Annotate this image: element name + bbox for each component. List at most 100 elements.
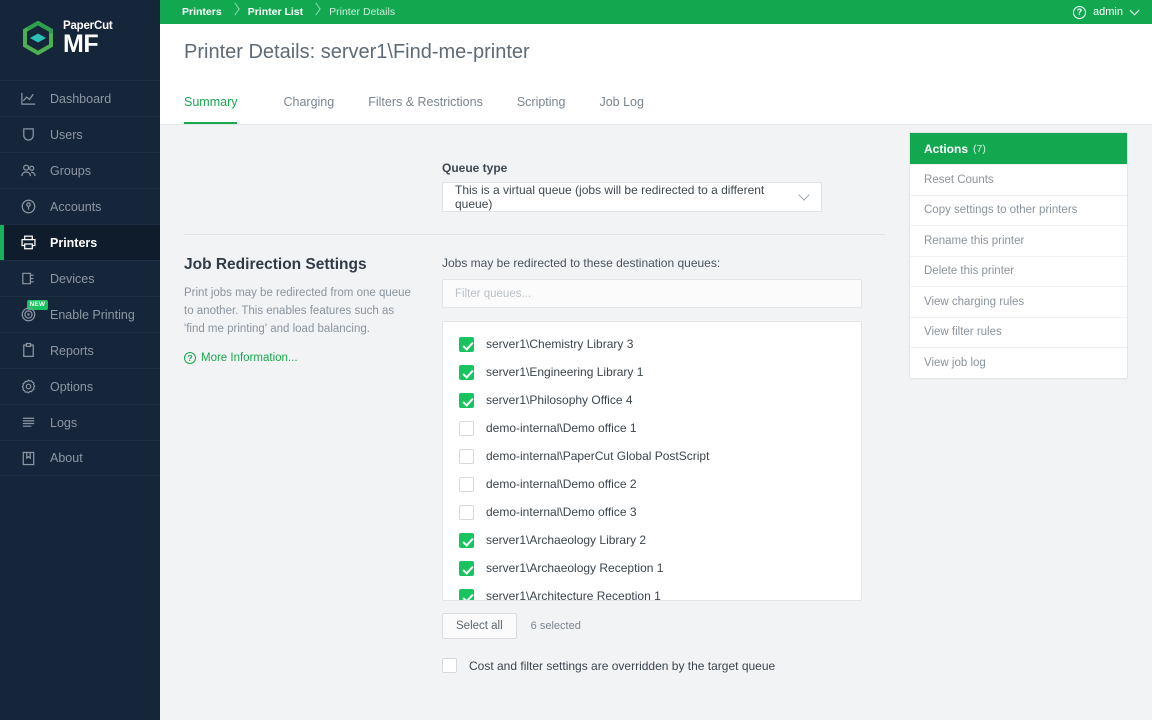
override-checkbox[interactable] [442, 658, 457, 673]
sidebar-item-label: Printers [50, 235, 98, 250]
breadcrumb-item-printer-details: Printer Details [329, 6, 396, 18]
queue-filter-input[interactable] [442, 279, 862, 308]
override-row[interactable]: Cost and filter settings are overridden … [442, 658, 885, 673]
sidebar-item-label: Enable Printing [50, 307, 135, 322]
user-menu-label[interactable]: admin [1093, 6, 1123, 18]
tab-label: Charging [283, 95, 335, 109]
top-bar-right: ? admin [1073, 5, 1140, 19]
queue-name: demo-internal\Demo office 1 [486, 421, 637, 435]
action-rename-printer[interactable]: Rename this printer [910, 225, 1127, 256]
actions-panel: Actions (7) Reset Counts Copy settings t… [909, 132, 1128, 379]
sidebar-nav: Dashboard Users Groups Accounts Printers… [0, 80, 160, 476]
sidebar-item-reports[interactable]: Reports [0, 332, 160, 368]
queue-checkbox[interactable] [459, 476, 474, 492]
sidebar-item-enable-printing[interactable]: NEW Enable Printing [0, 296, 160, 332]
actions-header: Actions (7) [910, 133, 1127, 164]
book-icon [20, 450, 37, 467]
destination-queues-panel: Jobs may be redirected to these destinat… [442, 256, 909, 673]
sidebar-item-options[interactable]: Options [0, 368, 160, 404]
queue-checkbox[interactable] [459, 504, 474, 520]
list-item[interactable]: server1\Philosophy Office 4 [443, 386, 861, 414]
queue-checkbox[interactable] [459, 336, 474, 352]
tab-filters-restrictions[interactable]: Filters & Restrictions [355, 80, 496, 124]
more-information-link[interactable]: ? More Information... [184, 352, 414, 365]
action-view-filter-rules[interactable]: View filter rules [910, 316, 1127, 348]
list-item[interactable]: demo-internal\Demo office 3 [443, 498, 861, 526]
actions-column: Actions (7) Reset Counts Copy settings t… [909, 125, 1152, 720]
sidebar-item-dashboard[interactable]: Dashboard [0, 80, 160, 116]
shield-icon [20, 126, 37, 143]
printer-icon [20, 234, 37, 251]
sidebar-item-groups[interactable]: Groups [0, 152, 160, 188]
action-view-charging-rules[interactable]: View charging rules [910, 286, 1127, 317]
clipboard-icon [20, 342, 37, 359]
breadcrumb-item-printers[interactable]: Printers [160, 0, 229, 24]
actions-count: (7) [973, 142, 986, 155]
queue-checkbox[interactable] [459, 392, 474, 408]
main-column: Queue type This is a virtual queue (jobs… [160, 125, 909, 720]
target-icon [20, 306, 37, 323]
app-root: PaperCut MF Dashboard Users Groups Accou… [0, 0, 1152, 720]
action-reset-counts[interactable]: Reset Counts [910, 164, 1127, 195]
page-header: Printer Details: server1\Find-me-printer [160, 24, 1152, 80]
sidebar-item-label: Groups [50, 163, 91, 178]
override-label: Cost and filter settings are overridden … [469, 658, 776, 673]
sidebar-item-label: Users [50, 127, 83, 142]
destination-queues-label: Jobs may be redirected to these destinat… [442, 256, 721, 270]
queue-type-row: Queue type This is a virtual queue (jobs… [160, 125, 909, 212]
tab-job-log[interactable]: Job Log [586, 80, 656, 124]
action-view-job-log[interactable]: View job log [910, 347, 1127, 378]
breadcrumb: Printers Printer List Printer Details [160, 0, 402, 24]
job-redirection-info: Job Redirection Settings Print jobs may … [160, 256, 442, 673]
sidebar-item-printers[interactable]: Printers [0, 224, 160, 260]
chevron-down-icon [798, 188, 810, 201]
list-item[interactable]: demo-internal\Demo office 1 [443, 414, 861, 442]
queue-type-select[interactable]: This is a virtual queue (jobs will be re… [442, 182, 822, 212]
tab-scripting[interactable]: Scripting [504, 80, 579, 124]
list-item[interactable]: server1\Chemistry Library 3 [443, 330, 861, 358]
tab-charging[interactable]: Charging [270, 80, 347, 124]
queue-list[interactable]: server1\Chemistry Library 3 server1\Engi… [442, 321, 862, 601]
list-item[interactable]: server1\Architecture Reception 1 [443, 582, 861, 600]
list-item[interactable]: server1\Archaeology Library 2 [443, 526, 861, 554]
tab-label: Scripting [516, 95, 566, 109]
queue-checkbox[interactable] [459, 532, 474, 548]
queue-name: server1\Archaeology Library 2 [486, 533, 647, 547]
list-item[interactable]: server1\Archaeology Reception 1 [443, 554, 861, 582]
queue-checkbox[interactable] [459, 588, 474, 600]
sidebar-item-devices[interactable]: Devices [0, 260, 160, 296]
chevron-down-icon[interactable] [1129, 5, 1140, 15]
job-redirection-section: Job Redirection Settings Print jobs may … [160, 235, 909, 673]
list-item[interactable]: demo-internal\Demo office 2 [443, 470, 861, 498]
gear-icon [20, 378, 37, 395]
sidebar-item-about[interactable]: About [0, 440, 160, 476]
actions-title: Actions [924, 141, 969, 156]
tab-summary[interactable]: Summary [184, 80, 250, 124]
list-item[interactable]: server1\Engineering Library 1 [443, 358, 861, 386]
sidebar-item-label: Options [50, 379, 94, 394]
queue-checkbox[interactable] [459, 420, 474, 436]
sidebar-item-logs[interactable]: Logs [0, 404, 160, 440]
tab-bar: Summary Charging Filters & Restrictions … [160, 80, 1152, 125]
queue-checkbox[interactable] [459, 364, 474, 380]
sidebar-item-accounts[interactable]: Accounts [0, 188, 160, 224]
queue-checkbox[interactable] [459, 448, 474, 464]
action-delete-printer[interactable]: Delete this printer [910, 255, 1127, 287]
action-copy-settings[interactable]: Copy settings to other printers [910, 194, 1127, 226]
sidebar: PaperCut MF Dashboard Users Groups Accou… [0, 0, 160, 720]
sidebar-item-users[interactable]: Users [0, 116, 160, 152]
queue-type-label: Queue type [442, 161, 508, 175]
people-icon [20, 162, 37, 179]
select-all-button[interactable]: Select all [442, 613, 517, 639]
sidebar-item-label: About [50, 451, 83, 465]
section-title: Job Redirection Settings [184, 256, 367, 273]
selection-row: Select all 6 selected [442, 613, 885, 639]
brand-logo[interactable]: PaperCut MF [0, 0, 160, 76]
help-circle-icon[interactable]: ? [1073, 5, 1087, 19]
queue-name: server1\Engineering Library 1 [486, 365, 644, 379]
list-item[interactable]: demo-internal\PaperCut Global PostScript [443, 442, 861, 470]
breadcrumb-item-printer-list[interactable]: Printer List [241, 0, 310, 24]
more-information-label: More Information... [201, 352, 298, 365]
content-area: Printers Printer List Printer Details ? … [160, 0, 1152, 720]
queue-checkbox[interactable] [459, 560, 474, 576]
